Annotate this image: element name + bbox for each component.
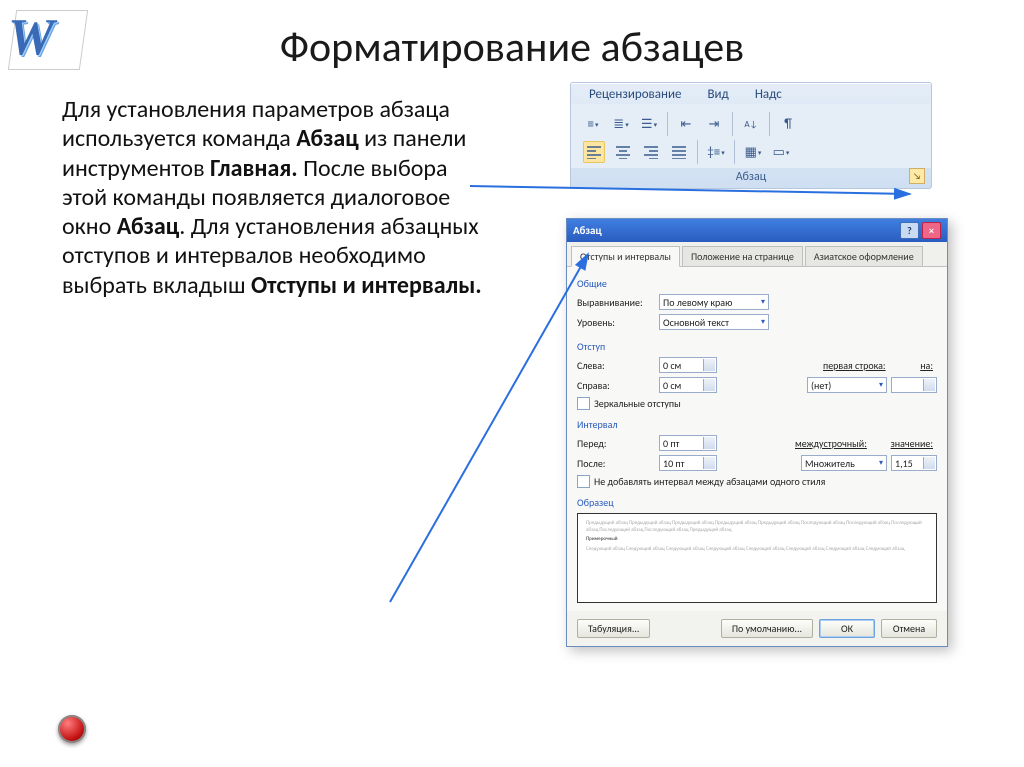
- special-indent-select[interactable]: (нет): [807, 377, 887, 393]
- align-justify-icon[interactable]: [669, 142, 689, 162]
- line-spacing-value-input[interactable]: 1,15▴▾: [891, 455, 937, 471]
- outline-level-select[interactable]: Основной текст: [659, 314, 769, 330]
- group-indent: Отступ: [577, 340, 937, 353]
- dialog-title: Абзац: [573, 224, 602, 237]
- group-general: Общие: [577, 277, 937, 290]
- ribbon-paragraph-group: Рецензирование Вид Надс ≡ ≣ ☰ ⇤ ⇥ А↓ ¶: [570, 82, 932, 189]
- ribbon-tab-review[interactable]: Рецензирование: [589, 87, 681, 102]
- tab-indents-spacing[interactable]: Отступы и интервалы: [571, 246, 680, 267]
- group-sample: Образец: [577, 496, 937, 509]
- borders-icon[interactable]: ▭: [771, 142, 791, 162]
- default-button[interactable]: По умолчанию...: [721, 619, 813, 638]
- indent-right-input[interactable]: 0 см▴▾: [659, 377, 717, 393]
- cancel-button[interactable]: Отмена: [881, 619, 937, 638]
- ribbon-tab-addins[interactable]: Надс: [755, 87, 782, 102]
- line-spacing-select[interactable]: Множитель: [801, 455, 887, 471]
- ribbon-tab-view[interactable]: Вид: [707, 87, 728, 102]
- ribbon-group-label: Абзац: [736, 170, 767, 184]
- multilevel-list-icon[interactable]: ☰: [639, 114, 659, 134]
- sort-icon[interactable]: А↓: [741, 114, 761, 134]
- space-before-input[interactable]: 0 пт▴▾: [659, 435, 717, 451]
- line-spacing-icon[interactable]: ‡≡: [706, 142, 726, 162]
- group-spacing: Интервал: [577, 418, 937, 431]
- record-indicator-icon: [58, 715, 86, 743]
- close-icon[interactable]: ×: [922, 222, 941, 239]
- tab-line-page-breaks[interactable]: Положение на странице: [682, 246, 803, 266]
- alignment-select[interactable]: По левому краю: [659, 294, 769, 310]
- align-center-icon[interactable]: [613, 142, 633, 162]
- align-right-icon[interactable]: [641, 142, 661, 162]
- ok-button[interactable]: ОК: [819, 619, 875, 638]
- bullets-icon[interactable]: ≡: [583, 114, 603, 134]
- help-icon[interactable]: ?: [900, 222, 919, 239]
- space-after-input[interactable]: 10 пт▴▾: [659, 455, 717, 471]
- align-left-icon[interactable]: [583, 141, 605, 163]
- increase-indent-icon[interactable]: ⇥: [704, 114, 724, 134]
- tabs-button[interactable]: Табуляция...: [577, 619, 650, 638]
- page-title: Форматирование абзацев: [0, 22, 1024, 73]
- preview-box: Предыдущий абзац Предыдущий абзац Предыд…: [577, 513, 937, 603]
- body-paragraph: Для установления параметров абзаца испол…: [62, 95, 492, 300]
- dont-add-space-checkbox[interactable]: Не добавлять интервал между абзацами одн…: [577, 475, 937, 488]
- special-indent-value-input[interactable]: ▴▾: [891, 377, 937, 393]
- show-marks-icon[interactable]: ¶: [778, 114, 798, 134]
- mirror-indents-checkbox[interactable]: Зеркальные отступы: [577, 397, 937, 410]
- numbering-icon[interactable]: ≣: [611, 114, 631, 134]
- shading-icon[interactable]: ▦: [743, 142, 763, 162]
- indent-left-input[interactable]: 0 см▴▾: [659, 357, 717, 373]
- dialog-launcher-icon[interactable]: ↘: [909, 168, 925, 184]
- paragraph-dialog: Абзац ? × Отступы и интервалы Положение …: [566, 218, 948, 647]
- tab-asian-typography[interactable]: Азиатское оформление: [805, 246, 923, 266]
- decrease-indent-icon[interactable]: ⇤: [676, 114, 696, 134]
